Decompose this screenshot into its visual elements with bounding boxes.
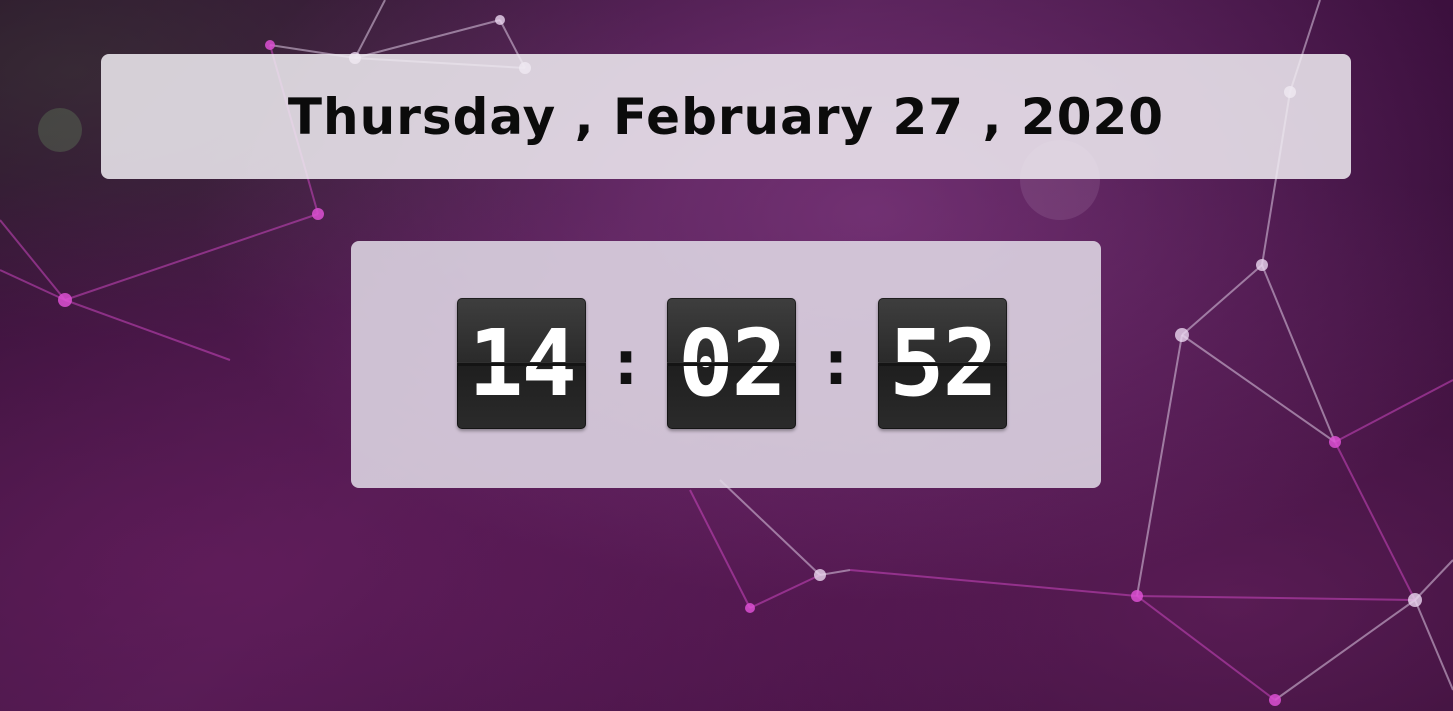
minutes-flip-card: 02: [667, 298, 796, 429]
separator-colon: :: [824, 329, 848, 399]
hours-flip-card: 14: [457, 298, 586, 429]
clock-panel: 14 : 02 : 52: [351, 241, 1101, 488]
date-panel: Thursday , February 27 , 2020: [101, 54, 1351, 179]
flip-crease: [667, 362, 796, 366]
flip-crease: [878, 362, 1007, 366]
separator-colon: :: [614, 329, 638, 399]
date-display: Thursday , February 27 , 2020: [287, 87, 1165, 146]
seconds-flip-card: 52: [878, 298, 1007, 429]
flip-crease: [457, 362, 586, 366]
